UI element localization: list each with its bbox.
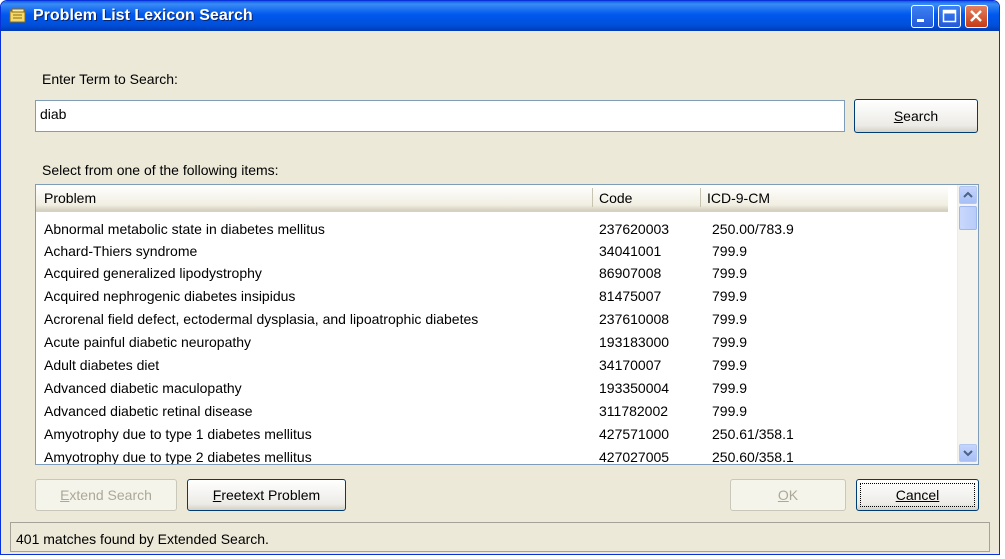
search-button-accel: S xyxy=(893,108,904,124)
column-header-icd9[interactable]: ICD-9-CM xyxy=(707,190,770,206)
code-cell: 237620003 xyxy=(599,221,670,237)
problem-cell: Acrorenal field defect, ectodermal dyspl… xyxy=(44,311,479,327)
window-title: Problem List Lexicon Search xyxy=(33,7,253,24)
search-input[interactable]: diab xyxy=(35,100,845,132)
scroll-down-button[interactable] xyxy=(959,444,977,462)
extend-search-button[interactable]: Extend Search xyxy=(35,479,177,511)
search-button[interactable]: Search xyxy=(854,99,978,133)
problem-cell: Advanced diabetic maculopathy xyxy=(44,380,242,396)
column-divider[interactable] xyxy=(592,188,593,207)
cancel-button[interactable]: Cancel xyxy=(856,479,979,511)
code-cell: 427027005 xyxy=(599,449,670,465)
minimize-button[interactable] xyxy=(911,5,934,28)
code-cell: 34170007 xyxy=(599,357,662,373)
problem-cell: Amyotrophy due to type 2 diabetes mellit… xyxy=(44,449,312,465)
search-button-label: earch xyxy=(903,108,939,124)
problem-cell: Adult diabetes diet xyxy=(44,357,160,373)
app-icon xyxy=(9,8,26,23)
icd9-cell: 799.9 xyxy=(712,334,748,350)
problem-cell: Acute painful diabetic neuropathy xyxy=(44,334,252,350)
column-header-code[interactable]: Code xyxy=(599,190,632,206)
icd9-cell: 799.9 xyxy=(712,403,748,419)
icd9-cell: 250.61/358.1 xyxy=(712,426,794,442)
title-bar[interactable]: Problem List Lexicon Search xyxy=(1,1,999,31)
problem-cell: Advanced diabetic retinal disease xyxy=(44,403,253,419)
icd9-cell: 799.9 xyxy=(712,357,748,373)
scroll-up-button[interactable] xyxy=(959,186,977,204)
code-cell: 193350004 xyxy=(599,380,670,396)
vertical-scrollbar[interactable] xyxy=(957,185,978,464)
chevron-down-icon xyxy=(963,450,973,457)
problem-cell: Acquired generalized lipodystrophy xyxy=(44,265,262,281)
chevron-up-icon xyxy=(963,191,973,198)
code-cell: 81475007 xyxy=(599,288,662,304)
problem-cell: Amyotrophy due to type 1 diabetes mellit… xyxy=(44,426,312,442)
ok-accel: O xyxy=(777,487,789,503)
column-divider[interactable] xyxy=(700,188,701,207)
scroll-thumb[interactable] xyxy=(959,206,977,230)
ok-button[interactable]: OK xyxy=(730,479,846,511)
code-cell: 427571000 xyxy=(599,426,670,442)
cancel-label: Cancel xyxy=(895,487,940,503)
column-header-problem[interactable]: Problem xyxy=(44,190,96,206)
results-list[interactable]: Problem Code ICD-9-CM Abnormal metabolic… xyxy=(35,184,979,465)
freetext-problem-button[interactable]: Freetext Problem xyxy=(187,479,346,511)
list-header: Problem Code ICD-9-CM xyxy=(36,185,948,212)
extend-search-label: xtend Search xyxy=(69,487,152,503)
code-cell: 86907008 xyxy=(599,265,662,281)
icd9-cell: 799.9 xyxy=(712,288,748,304)
search-term-label: Enter Term to Search: xyxy=(42,71,178,87)
icd9-cell: 799.9 xyxy=(712,380,748,396)
close-window-button[interactable] xyxy=(965,5,988,28)
icd9-cell: 799.9 xyxy=(712,311,748,327)
code-cell: 237610008 xyxy=(599,311,670,327)
problem-cell: Abnormal metabolic state in diabetes mel… xyxy=(44,221,325,237)
maximize-button[interactable] xyxy=(938,5,961,28)
maximize-icon xyxy=(942,9,957,23)
problem-cell: Acquired nephrogenic diabetes insipidus xyxy=(44,288,296,304)
icd9-cell: 799.9 xyxy=(712,265,748,281)
problem-cell: Achard-Thiers syndrome xyxy=(44,243,198,259)
freetext-problem-label: reetext Problem xyxy=(221,487,321,503)
ok-label: K xyxy=(788,487,799,503)
select-items-label: Select from one of the following items: xyxy=(42,162,279,178)
icd9-cell: 250.00/783.9 xyxy=(712,221,794,237)
code-cell: 311782002 xyxy=(599,403,669,419)
lexicon-search-window: Problem List Lexicon Search Enter Term t… xyxy=(0,0,1000,555)
minimize-icon xyxy=(917,19,924,22)
icd9-cell: 250.60/358.1 xyxy=(712,449,794,465)
icd9-cell: 799.9 xyxy=(712,243,748,259)
code-cell: 34041001 xyxy=(599,243,662,259)
status-bar: 401 matches found by Extended Search. xyxy=(10,522,990,552)
close-icon xyxy=(970,10,982,22)
code-cell: 193183000 xyxy=(599,334,670,350)
